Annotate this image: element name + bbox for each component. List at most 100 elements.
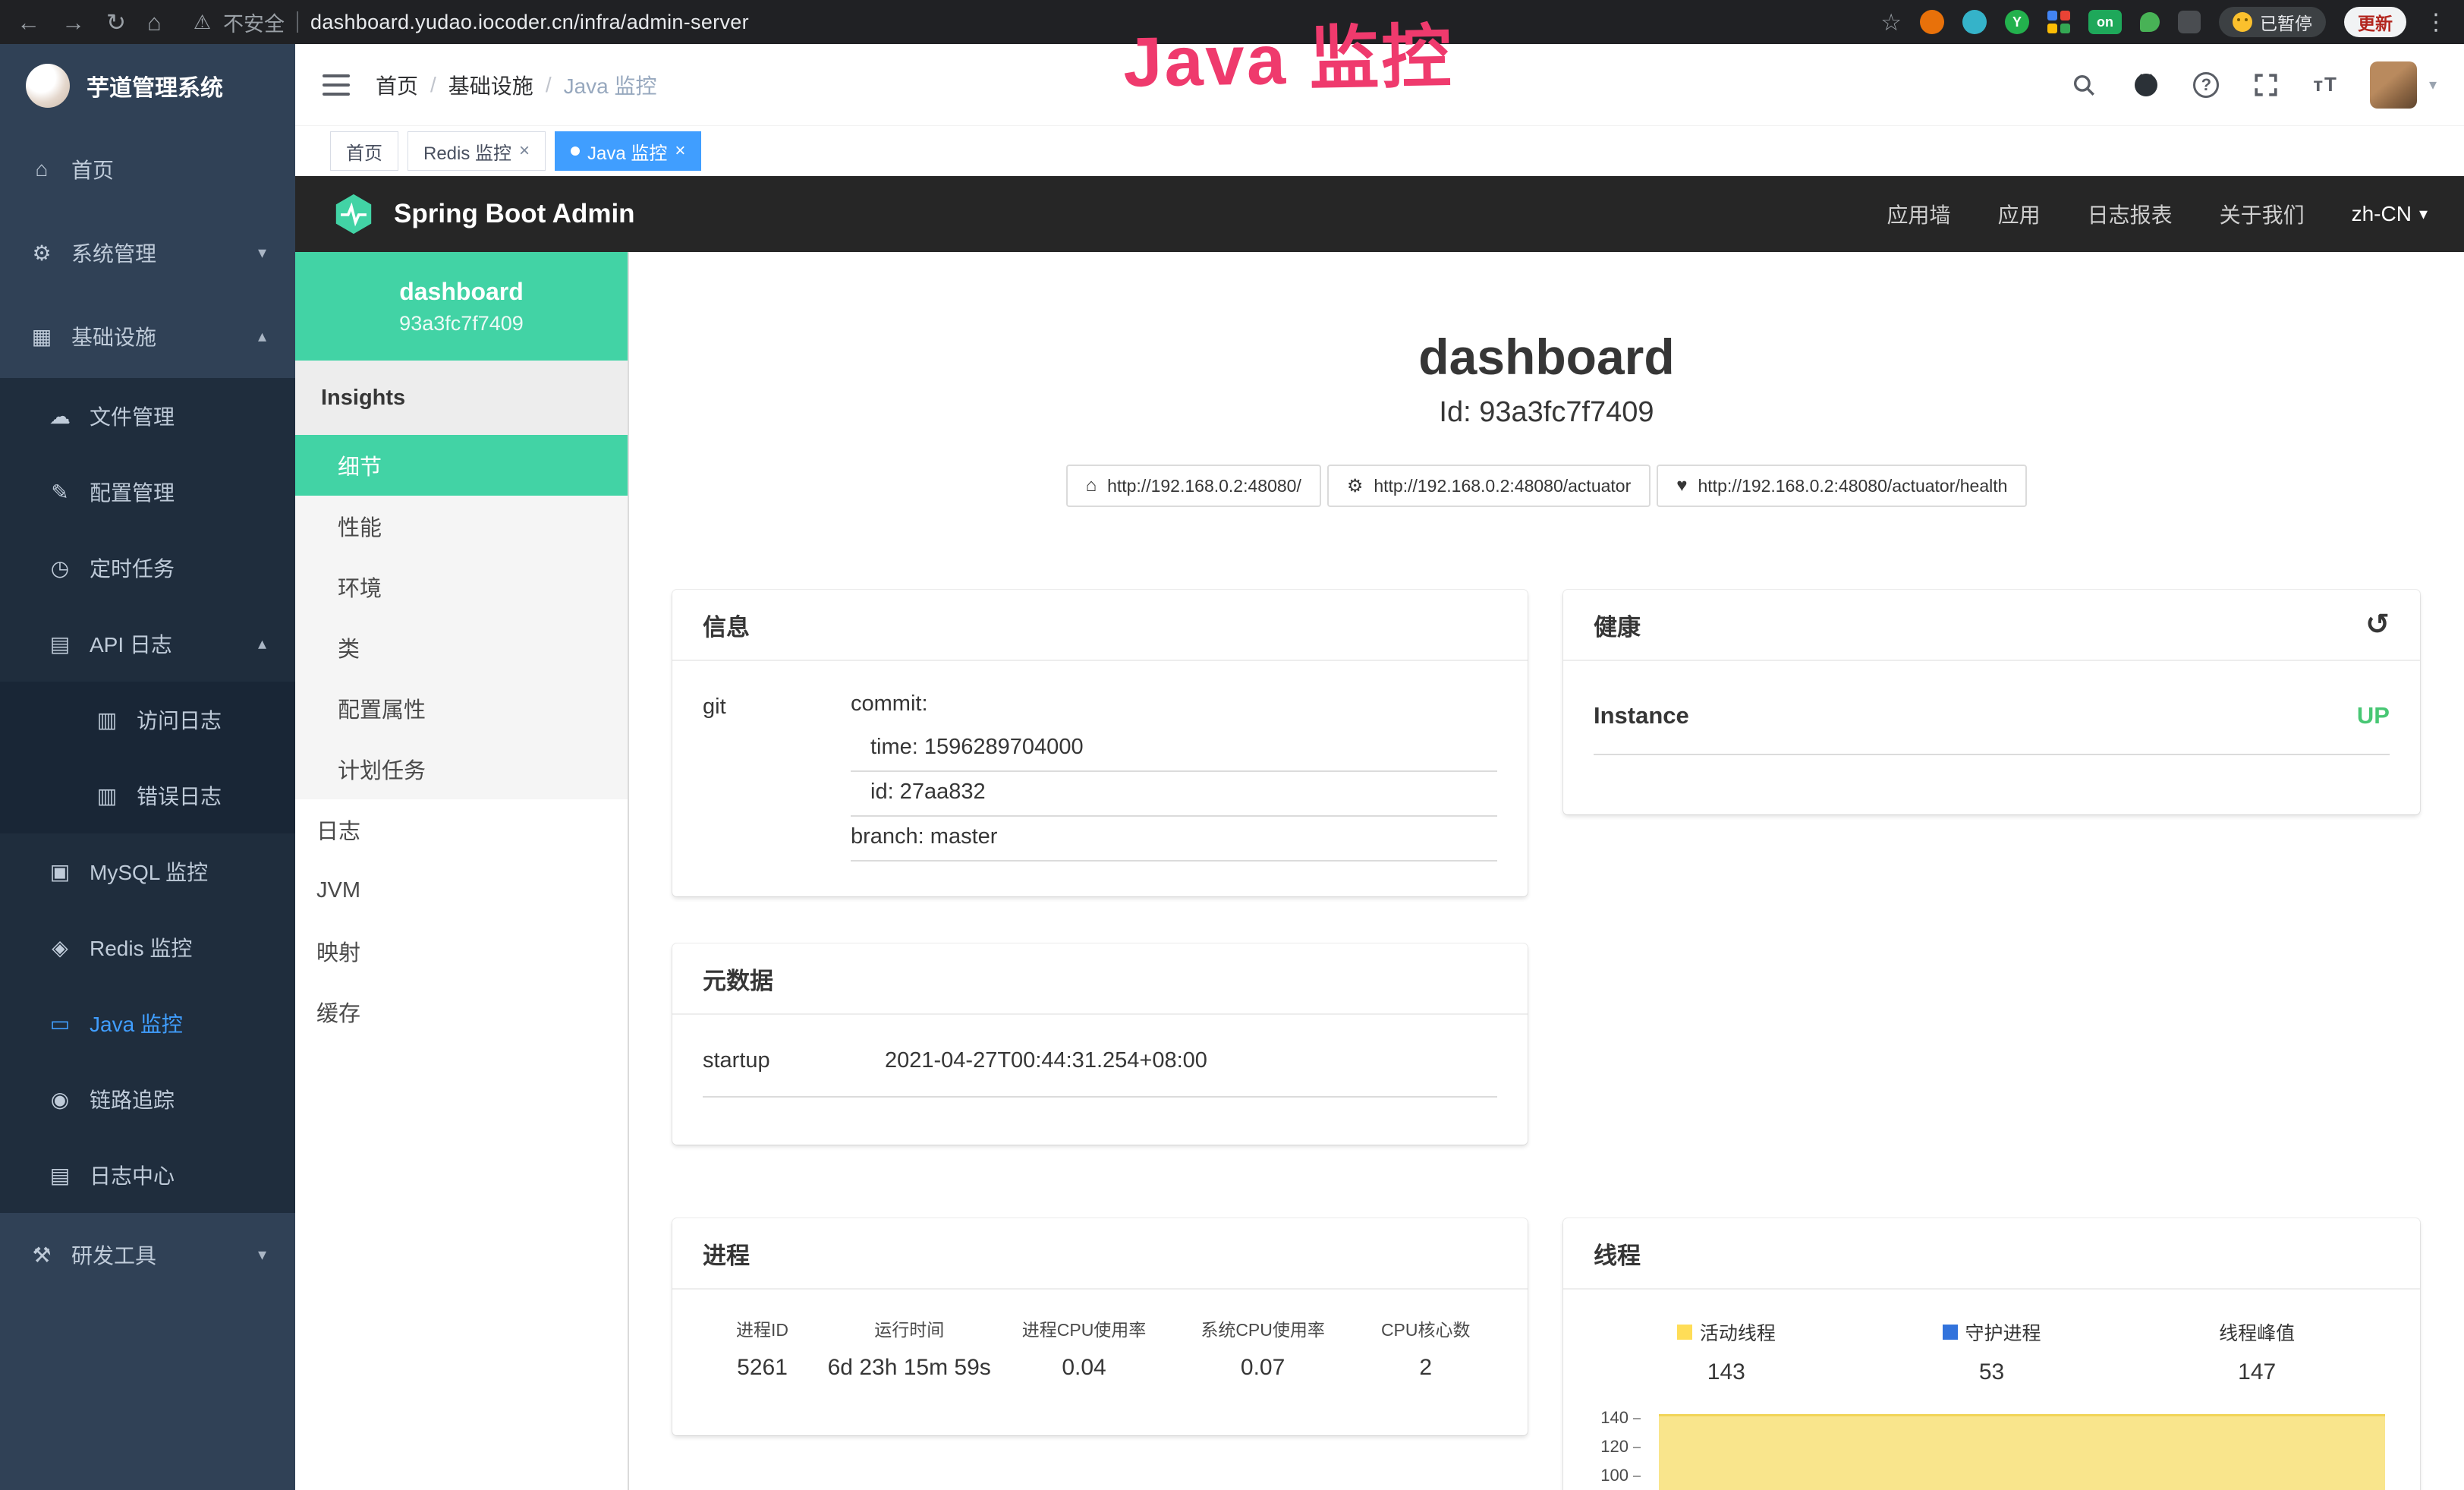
breadcrumb-home[interactable]: 首页 [376,70,418,100]
metadata-value: 2021-04-27T00:44:31.254+08:00 [885,1048,1207,1073]
sidebar-item-mysql-monitor[interactable]: ▣ MySQL 监控 [0,833,295,909]
card-process-body: 进程ID 5261 运行时间 6d 23h 15m 59s 进程CPU使用率 [672,1290,1528,1403]
sidebar-item-file-mgmt[interactable]: ☁ 文件管理 [0,378,295,454]
extension-teal-icon[interactable] [1962,10,1987,34]
card-metadata-title: 元数据 [672,943,1528,1015]
tab-redis-monitor[interactable]: Redis 监控 × [408,131,546,171]
history-icon[interactable]: ↺ [2365,610,2390,639]
language-value: zh-CN [2352,202,2412,226]
live-threads-swatch [1677,1325,1692,1340]
peak-threads-label: 线程峰值 [2219,1318,2295,1346]
sba-nav-journal[interactable]: 日志报表 [2088,199,2173,229]
app-logo[interactable]: 芋道管理系统 [0,44,295,128]
font-size-icon[interactable]: тT [2313,73,2338,96]
help-icon[interactable]: ? [2193,72,2219,98]
card-health-body: Instance UP [1563,661,2420,778]
extension-on-badge[interactable]: on [2088,10,2122,34]
hamburger-icon[interactable] [323,74,350,96]
redis-icon: ◈ [47,935,73,960]
extension-leaf-icon[interactable] [2140,12,2160,32]
chevron-up-icon: ▴ [258,326,266,346]
sba-menu-mappings[interactable]: 映射 [295,921,628,981]
sidebar-item-redis-monitor[interactable]: ◈ Redis 监控 [0,909,295,985]
sba-menu-scheduled-tasks[interactable]: 计划任务 [295,739,628,799]
sba-brand[interactable]: Spring Boot Admin [332,192,635,236]
info-commit-time: time: 1596289704000 [851,727,1497,772]
security-label[interactable]: 不安全 [223,8,285,37]
card-metadata-body: startup 2021-04-27T00:44:31.254+08:00 [672,1015,1528,1120]
actuator-url: http://192.168.0.2:48080/actuator [1374,476,1631,496]
address-bar[interactable]: ⚠ 不安全 dashboard.yudao.iocoder.cn/infra/a… [194,8,749,37]
sidebar-item-api-logs[interactable]: ▤ API 日志 ▴ [0,606,295,682]
url-text[interactable]: dashboard.yudao.iocoder.cn/infra/admin-s… [310,11,749,34]
card-threads-body: 活动线程 143 守护进程 [1563,1290,2420,1490]
document-icon: ▤ [47,1163,73,1188]
tags-view-bar: 首页 Redis 监控 × Java 监控 × [295,126,2464,176]
warning-icon: ⚠ [194,11,211,34]
sba-menu-classes[interactable]: 类 [295,617,628,678]
actuator-url-button[interactable]: ⚙ http://192.168.0.2:48080/actuator [1327,465,1651,507]
close-icon[interactable]: × [675,140,685,162]
cards-right-column: 健康 ↺ Instance UP 线程 [1563,590,2420,1490]
sba-menu-details[interactable]: 细节 [295,435,628,496]
bookmark-star-icon[interactable]: ☆ [1880,11,1902,34]
sidebar-item-error-logs[interactable]: ▥ 错误日志 [0,758,295,833]
fullscreen-icon[interactable] [2251,70,2281,100]
sba-menu-performance[interactable]: 性能 [295,496,628,556]
service-url: http://192.168.0.2:48080/ [1107,476,1301,496]
app-sidebar: 芋道管理系统 ⌂ 首页 ⚙ 系统管理 ▾ ▦ 基础设施 ▴ ☁ 文件管理 ✎ 配… [0,44,295,1490]
sba-menu-caches[interactable]: 缓存 [295,981,628,1042]
service-url-button[interactable]: ⌂ http://192.168.0.2:48080/ [1066,465,1321,507]
sba-header: Spring Boot Admin 应用墙 应用 日志报表 关于我们 zh-CN… [295,176,2464,252]
language-select[interactable]: zh-CN ▾ [2352,202,2428,226]
sba-menu-environment[interactable]: 环境 [295,556,628,617]
card-health: 健康 ↺ Instance UP [1563,590,2420,814]
sba-nav-about[interactable]: 关于我们 [2220,199,2305,229]
reload-icon[interactable]: ↻ [106,11,126,34]
live-threads-value: 143 [1594,1359,1859,1385]
forward-icon[interactable]: → [61,11,85,34]
search-icon[interactable] [2069,70,2099,100]
instance-header[interactable]: dashboard 93a3fc7f7409 [295,252,628,361]
browser-menu-icon[interactable]: ⋮ [2425,9,2447,36]
home-icon: ⌂ [1086,475,1097,496]
sba-menu-jvm[interactable]: JVM [295,860,628,921]
sba-menu-config-props[interactable]: 配置属性 [295,678,628,739]
annotation-text: Java 监控 [1122,0,1454,107]
breadcrumb-infrastructure[interactable]: 基础设施 [448,70,533,100]
card-process-title: 进程 [672,1218,1528,1290]
sidebar-item-config-mgmt[interactable]: ✎ 配置管理 [0,454,295,530]
extension-puzzle-icon[interactable] [2178,11,2201,33]
peak-threads-value: 147 [2124,1359,2390,1385]
sidebar-item-access-logs[interactable]: ▥ 访问日志 [0,682,295,758]
extension-green-y-icon[interactable]: Y [2005,10,2029,34]
extension-orange-icon[interactable] [1920,10,1944,34]
sidebar-item-system-mgmt[interactable]: ⚙ 系统管理 ▾ [0,211,295,295]
github-icon[interactable] [2131,70,2161,100]
health-url: http://192.168.0.2:48080/actuator/health [1698,476,2008,496]
update-button[interactable]: 更新 [2344,7,2406,37]
sba-nav-applications[interactable]: 应用 [1998,199,2041,229]
sidebar-item-java-monitor[interactable]: ▭ Java 监控 [0,985,295,1061]
process-col-header: 运行时间 [822,1315,996,1341]
sidebar-item-infrastructure[interactable]: ▦ 基础设施 ▴ [0,295,295,378]
sidebar-item-log-center[interactable]: ▤ 日志中心 [0,1137,295,1213]
heart-icon: ♥ [1676,475,1687,496]
sba-nav-wallboard[interactable]: 应用墙 [1887,199,1951,229]
metadata-key: startup [703,1048,885,1073]
sba-menu-logs[interactable]: 日志 [295,799,628,860]
user-avatar[interactable] [2370,61,2417,109]
sidebar-item-dev-tools[interactable]: ⚒ 研发工具 ▾ [0,1213,295,1296]
paused-badge[interactable]: 已暂停 [2219,7,2326,37]
sidebar-item-home[interactable]: ⌂ 首页 [0,128,295,211]
tab-home[interactable]: 首页 [330,131,398,171]
browser-home-icon[interactable]: ⌂ [147,11,162,34]
tab-java-monitor[interactable]: Java 监控 × [555,131,701,171]
close-icon[interactable]: × [519,140,530,162]
sidebar-item-tracing[interactable]: ◉ 链路追踪 [0,1061,295,1137]
back-icon[interactable]: ← [17,11,40,34]
health-url-button[interactable]: ♥ http://192.168.0.2:48080/actuator/heal… [1657,465,2027,507]
extension-grid-icon[interactable] [2047,11,2070,33]
document-icon: ▥ [94,783,120,808]
sidebar-item-cron-jobs[interactable]: ◷ 定时任务 [0,530,295,606]
